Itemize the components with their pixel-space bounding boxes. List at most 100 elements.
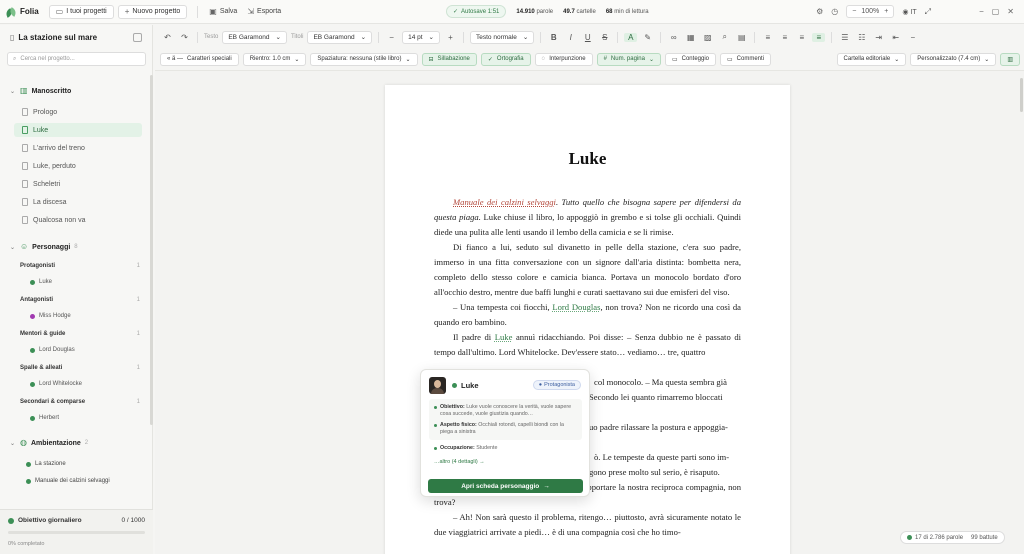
page-number-toggle[interactable]: # Num. pagina ⌄ bbox=[596, 52, 661, 66]
character-item[interactable]: Lord Whitelocke bbox=[30, 381, 82, 387]
manuscript-label: Manoscritto bbox=[31, 87, 72, 95]
place-item[interactable]: Manuale dei calzini selvaggi bbox=[26, 478, 110, 484]
group-label: Antagonisti bbox=[20, 297, 53, 303]
character-group[interactable]: Spalle & alleati 1 bbox=[20, 365, 140, 371]
character-group[interactable]: Mentori & guide 1 bbox=[20, 331, 140, 337]
character-item[interactable]: Miss Hodge bbox=[30, 313, 71, 319]
chapter-item[interactable]: Qualcosa non va bbox=[14, 213, 142, 227]
gear-icon[interactable]: ⚙ bbox=[816, 7, 823, 16]
character-item[interactable]: Luke bbox=[30, 279, 52, 285]
chapter-item[interactable]: Luke, perduto bbox=[14, 159, 142, 173]
chapter-item[interactable]: L'arrivo del treno bbox=[14, 141, 142, 155]
find-icon[interactable]: ⌕ bbox=[718, 32, 731, 42]
chapter-item[interactable]: Luke bbox=[14, 123, 142, 137]
expand-icon[interactable]: ⤢ bbox=[925, 7, 931, 16]
page-format-select[interactable]: Cartella editoriale ⌄ bbox=[836, 52, 907, 66]
character-group[interactable]: Protagonisti 1 bbox=[20, 263, 140, 269]
place-label: Manuale dei calzini selvaggi bbox=[35, 478, 110, 484]
book-title-ref[interactable]: Manuale dei calzini selvaggi bbox=[453, 197, 556, 207]
align-justify-icon[interactable]: ≡ bbox=[812, 32, 826, 42]
custom-width-select[interactable]: Personalizzato (7.4 cm) ⌄ bbox=[910, 52, 997, 66]
layout-toggle-icon[interactable]: ▥ bbox=[1000, 52, 1020, 66]
goal-label: Obiettivo giornaliero bbox=[18, 517, 82, 524]
more-details-link[interactable]: …altro (4 dettagli) → bbox=[434, 459, 485, 465]
paragraph-style-select[interactable]: Testo normale ⌄ bbox=[470, 30, 535, 44]
character-dot bbox=[30, 347, 35, 353]
italic-icon[interactable]: I bbox=[564, 33, 577, 42]
my-projects-button[interactable]: ▭ I tuoi progetti bbox=[48, 4, 114, 19]
character-group[interactable]: Antagonisti 1 bbox=[20, 297, 140, 303]
maximize-icon[interactable]: ▢ bbox=[992, 7, 1000, 16]
section-characters[interactable]: ⌄ ☺ Personaggi 8 bbox=[10, 243, 78, 251]
image-icon[interactable]: ▨ bbox=[701, 33, 714, 42]
editor-scrollbar[interactable] bbox=[1020, 78, 1023, 112]
align-right-icon[interactable]: ≡ bbox=[795, 33, 808, 42]
align-center-icon[interactable]: ≡ bbox=[778, 33, 791, 42]
minimize-icon[interactable]: − bbox=[979, 7, 984, 16]
spelling-toggle[interactable]: ✓ Ortografia bbox=[480, 52, 531, 66]
outdent-icon[interactable]: ⇤ bbox=[889, 33, 902, 42]
text-color-icon[interactable]: A bbox=[624, 32, 638, 42]
bold-icon[interactable]: B bbox=[547, 33, 560, 42]
divider bbox=[660, 31, 662, 43]
word-count-value: 14.910 bbox=[516, 8, 535, 15]
indent-icon[interactable]: ⇥ bbox=[872, 33, 885, 42]
open-character-button[interactable]: Apri scheda personaggio → bbox=[428, 479, 583, 493]
character-item[interactable]: Herbert bbox=[30, 415, 59, 421]
undo-icon[interactable]: ↶ bbox=[161, 33, 174, 42]
redo-icon[interactable]: ↷ bbox=[178, 33, 191, 42]
save-button[interactable]: ▣ Salva bbox=[204, 5, 242, 19]
character-ref[interactable]: Lord Douglas bbox=[552, 302, 600, 312]
character-item[interactable]: Lord Douglas bbox=[30, 347, 75, 353]
check-icon: ✓ bbox=[453, 9, 459, 15]
more-icon[interactable]: − bbox=[906, 33, 919, 42]
place-item[interactable]: La stazione bbox=[26, 461, 66, 467]
zoom-out-button[interactable]: − bbox=[852, 8, 856, 15]
detail-objective: Obiettivo: Luke vuole conoscere la verit… bbox=[434, 404, 577, 418]
search-input[interactable]: ⌕ Cerca nel progetto... bbox=[7, 52, 146, 66]
highlight-icon[interactable]: ✎ bbox=[641, 33, 654, 42]
chapter-item[interactable]: La discesa bbox=[14, 195, 142, 209]
increase-size-button[interactable]: + bbox=[444, 33, 457, 42]
paragraph: Manuale dei calzini selvaggi. Tutto quel… bbox=[434, 195, 741, 240]
special-characters-button[interactable]: « ä — Caratteri speciali bbox=[160, 52, 239, 66]
project-title[interactable]: ▯ La stazione sul mare bbox=[10, 33, 97, 42]
language-selector[interactable]: ◉ IT bbox=[902, 8, 916, 16]
indent-select[interactable]: Rientro: 1.0 cm ⌄ bbox=[242, 52, 307, 66]
table-icon[interactable]: ▦ bbox=[684, 33, 697, 42]
chapter-item[interactable]: Prologo bbox=[14, 105, 142, 119]
note-icon[interactable]: ▤ bbox=[735, 33, 748, 42]
chapter-title[interactable]: Luke bbox=[385, 149, 790, 169]
underline-icon[interactable]: U bbox=[581, 33, 594, 42]
chapter-item[interactable]: Scheletri bbox=[14, 177, 142, 191]
sidebar-scrollbar[interactable] bbox=[150, 75, 153, 425]
align-left-icon[interactable]: ≡ bbox=[761, 33, 774, 42]
clock-icon[interactable]: ◷ bbox=[831, 7, 838, 16]
zoom-in-button[interactable]: + bbox=[884, 8, 888, 15]
comments-button[interactable]: ▭ Commenti bbox=[720, 52, 772, 66]
character-group[interactable]: Secondari & comparse 1 bbox=[20, 399, 140, 405]
punctuation-toggle[interactable]: ◌ Interpunzione bbox=[534, 52, 593, 66]
character-ref[interactable]: Luke bbox=[495, 332, 513, 342]
word-count-button[interactable]: ▭ Conteggio bbox=[664, 52, 716, 66]
spacing-select[interactable]: Spaziatura: nessuna (stile libro) ⌄ bbox=[310, 52, 418, 66]
font-size-select[interactable]: 14 pt ⌄ bbox=[402, 30, 440, 44]
divider bbox=[197, 31, 198, 43]
section-manuscript[interactable]: ⌄ ▥ Manoscritto bbox=[10, 87, 71, 95]
title-font-select[interactable]: EB Garamond ⌄ bbox=[307, 30, 373, 44]
word-count-label: parole bbox=[536, 8, 554, 15]
numbered-list-icon[interactable]: ☷ bbox=[855, 33, 868, 42]
close-icon[interactable]: ✕ bbox=[1007, 7, 1014, 16]
link-icon[interactable]: ∞ bbox=[667, 33, 680, 42]
hyphenation-toggle[interactable]: ⊟ Sillabazione bbox=[421, 52, 477, 66]
decrease-size-button[interactable]: − bbox=[385, 33, 398, 42]
text-font-select[interactable]: EB Garamond ⌄ bbox=[222, 30, 287, 44]
section-setting[interactable]: ⌄ ◍ Ambientazione 2 bbox=[10, 439, 88, 447]
reading-time: 68 min di lettura bbox=[606, 9, 649, 15]
bullet-list-icon[interactable]: ☰ bbox=[838, 33, 851, 42]
sidebar-toggle-icon[interactable] bbox=[133, 33, 142, 42]
group-count: 1 bbox=[136, 365, 140, 371]
strikethrough-icon[interactable]: S bbox=[598, 33, 611, 42]
new-project-button[interactable]: + Nuovo progetto bbox=[117, 4, 188, 19]
export-button[interactable]: ⇲ Esporta bbox=[242, 5, 286, 19]
